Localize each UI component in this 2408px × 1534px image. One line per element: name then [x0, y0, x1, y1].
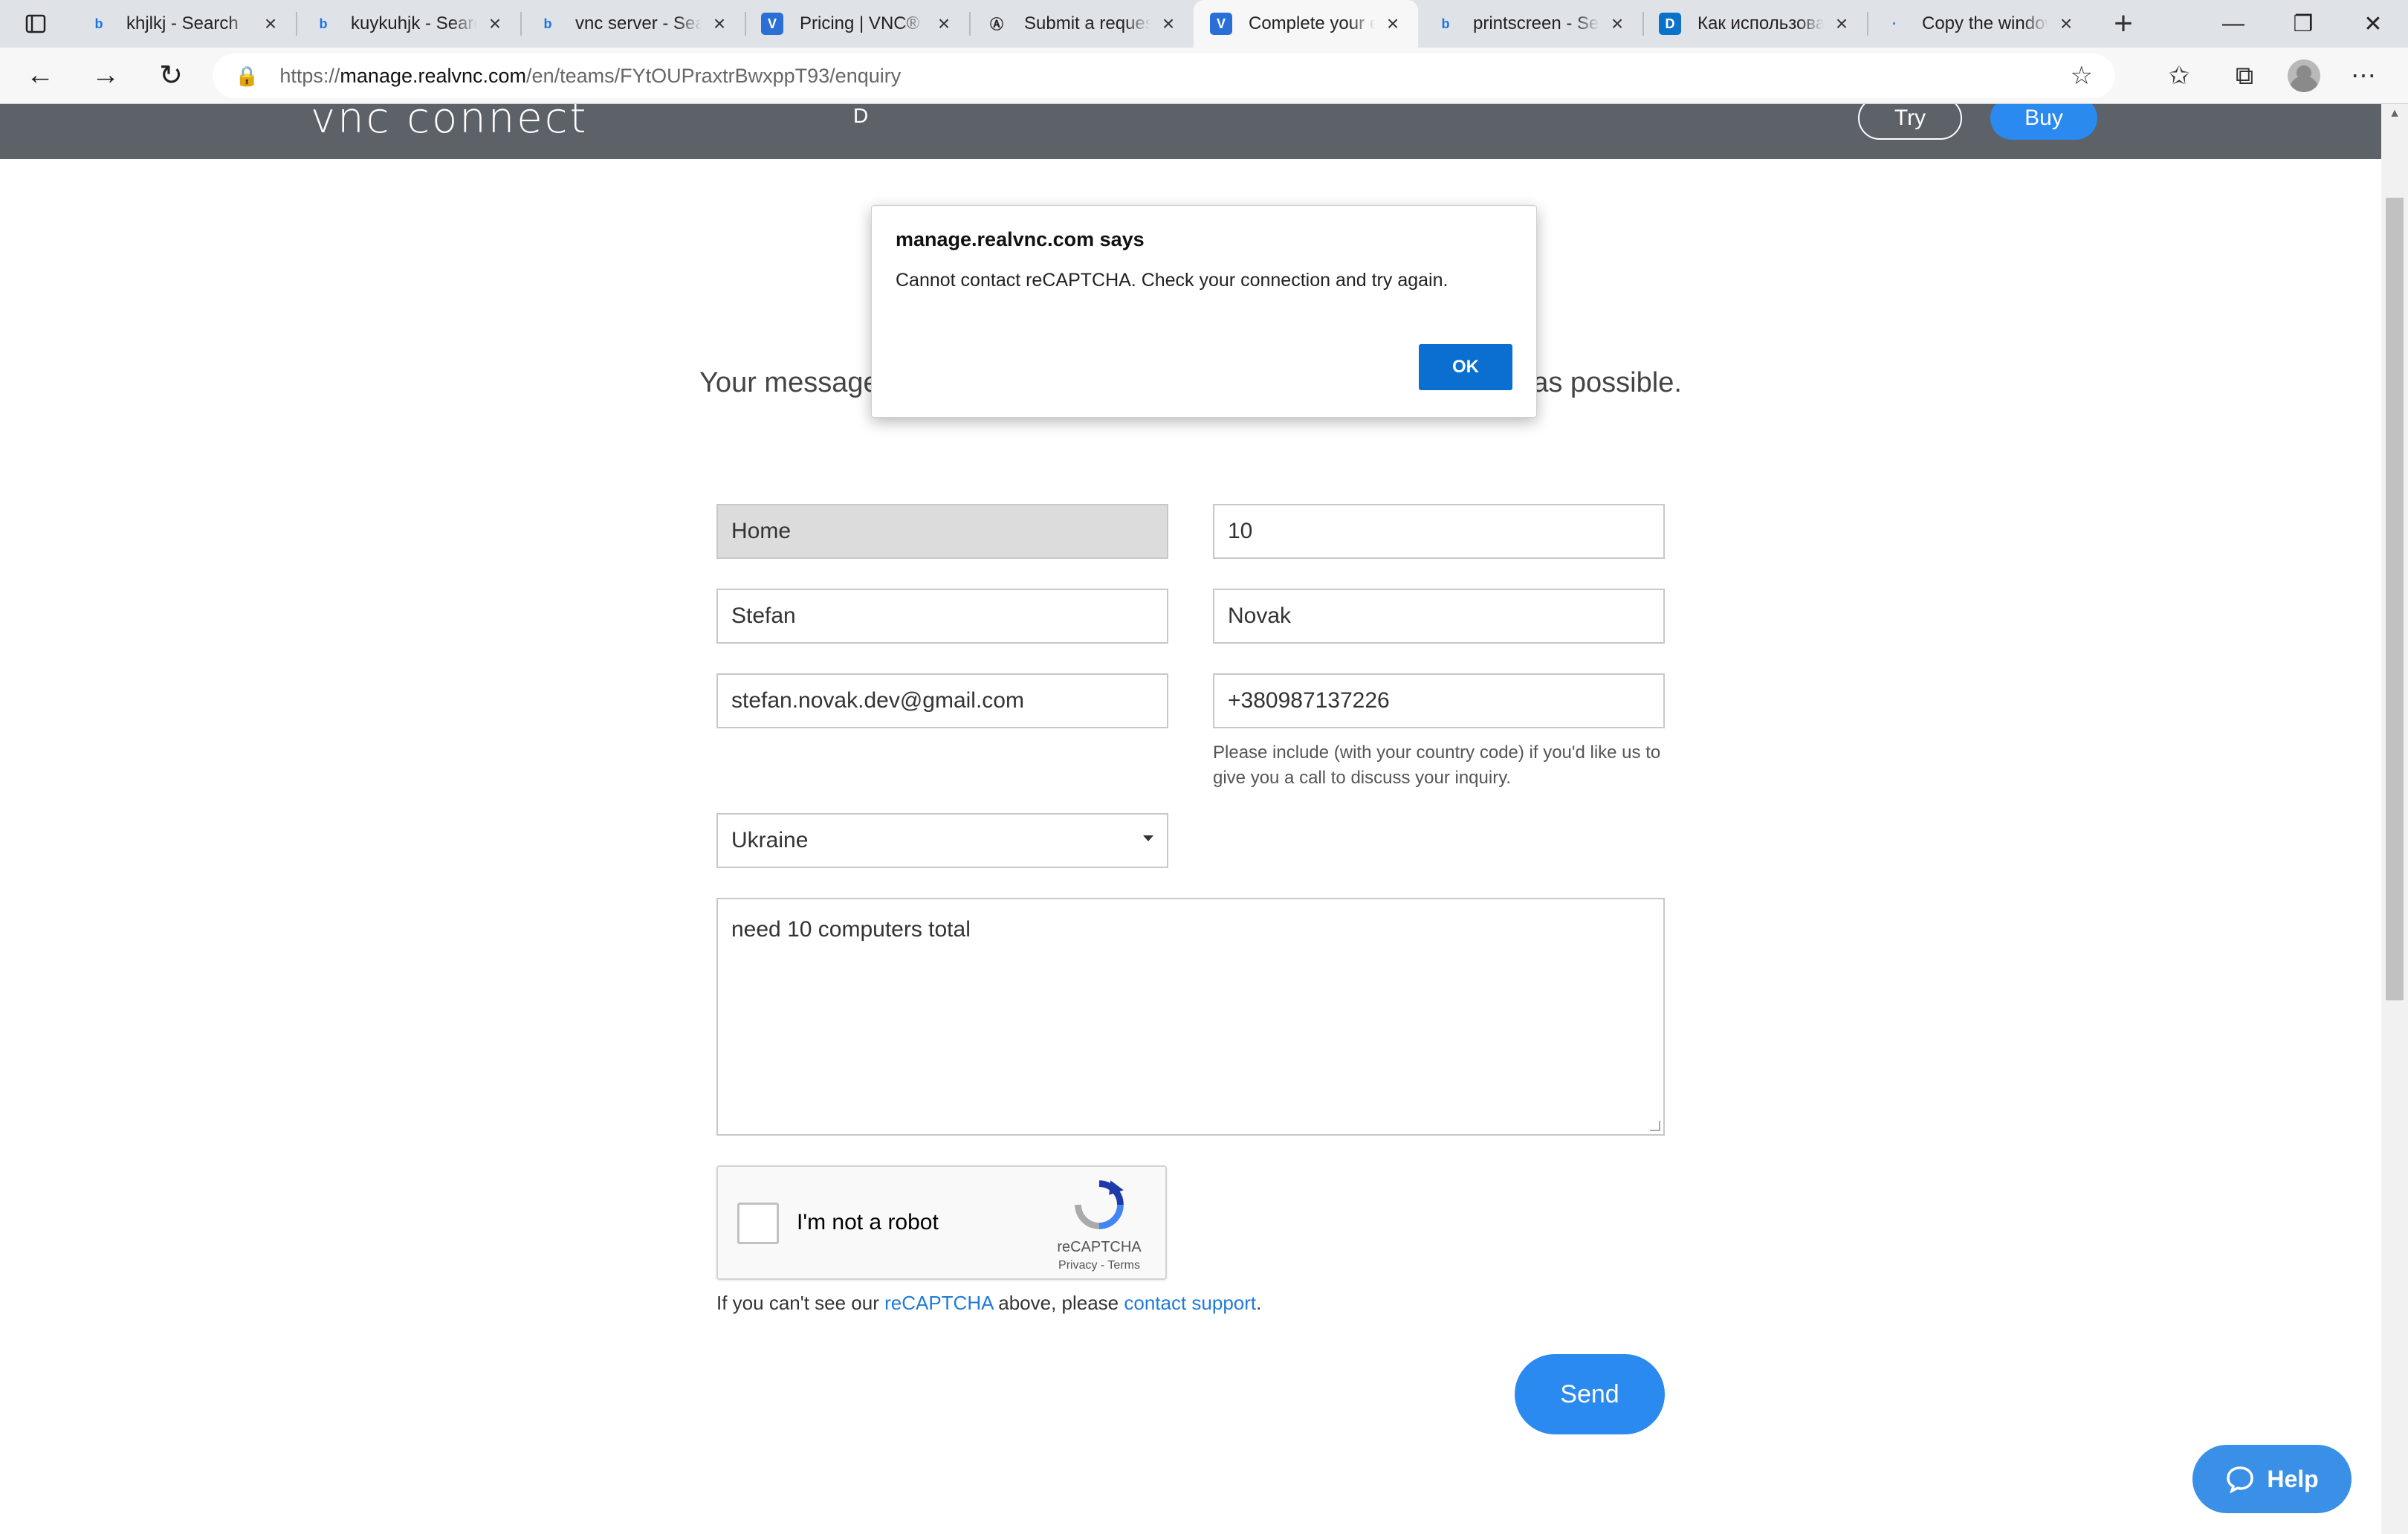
dell-favicon-icon: D	[1659, 13, 1681, 35]
browser-tab[interactable]: D Как использовать ×	[1642, 0, 1867, 48]
browser-tab[interactable]: · Copy the window ×	[1867, 0, 2091, 48]
send-button[interactable]: Send	[1515, 1354, 1665, 1434]
dropdown-caret-icon	[1143, 835, 1153, 841]
browser-tab[interactable]: b khjlkj - Search ×	[71, 0, 296, 48]
recaptcha-label: I'm not a robot	[797, 1210, 939, 1234]
recaptcha-link[interactable]: reCAPTCHA	[884, 1292, 993, 1314]
tab-title: kuykuhjk - Search	[351, 13, 477, 33]
recaptcha-logo-icon	[1075, 1180, 1124, 1229]
tab-close-icon[interactable]: ×	[1381, 12, 1405, 36]
tab-close-icon[interactable]: ×	[708, 12, 731, 36]
license-type-field: Home	[716, 504, 1168, 559]
close-window-button[interactable]: ✕	[2338, 0, 2408, 48]
more-menu-icon[interactable]: ⋯	[2341, 61, 2386, 91]
scrollbar-thumb[interactable]	[2386, 198, 2404, 1000]
tab-title: Copy the window	[1922, 13, 2048, 33]
chat-bubble-icon	[2227, 1466, 2254, 1494]
dialog-title: manage.realvnc.com says	[896, 228, 1145, 250]
back-arrow-icon: ←	[26, 59, 54, 91]
circle-a-favicon-icon: Ⓐ	[990, 17, 1003, 32]
back-button[interactable]: ←	[7, 48, 73, 104]
resize-grip-icon[interactable]	[1650, 1121, 1660, 1131]
minimize-button[interactable]: —	[2198, 0, 2268, 48]
tab-title: vnc server - Search	[575, 13, 702, 33]
browser-tab[interactable]: b vnc server - Search ×	[520, 0, 745, 48]
browser-tab[interactable]: b printscreen - Search ×	[1418, 0, 1642, 48]
country-select[interactable]: Ukraine	[716, 813, 1168, 868]
nav-item-partial[interactable]: D	[853, 104, 868, 128]
profile-avatar[interactable]	[2288, 59, 2320, 92]
url-text: https://manage.realvnc.com/en/teams/FYtO…	[279, 64, 902, 87]
tab-close-icon[interactable]: ×	[2054, 12, 2078, 36]
bing-favicon-icon: b	[94, 16, 103, 31]
tab-bar: b khjlkj - Search × b kuykuhjk - Search × b vnc…	[0, 0, 2408, 48]
message-textarea[interactable]: need 10 computers total	[716, 898, 1665, 1136]
vnc-favicon-icon: V	[761, 13, 783, 35]
browser-tab[interactable]: V Pricing | VNC® Connect ×	[745, 0, 969, 48]
tab-title: Submit a request	[1024, 13, 1150, 33]
dot-favicon-icon: ·	[1892, 16, 1897, 31]
dialog-message: Cannot contact reCAPTCHA. Check your con…	[896, 270, 1449, 291]
page-scrollbar[interactable]: ▲	[2381, 104, 2408, 1534]
vnc-connect-logo[interactable]: vnc connect	[311, 104, 588, 140]
quantity-field[interactable]: 10	[1213, 504, 1665, 559]
bing-favicon-icon: b	[1441, 16, 1450, 31]
vnc-favicon-icon: V	[1210, 13, 1232, 35]
recaptcha-terms-link[interactable]: Privacy - Terms	[1051, 1259, 1148, 1272]
tab-close-icon[interactable]: ×	[1605, 12, 1629, 36]
tab-close-icon[interactable]: ×	[259, 12, 282, 36]
tab-title: Как использовать	[1697, 13, 1824, 33]
tab-title: Pricing | VNC® Connect	[800, 13, 926, 33]
buy-button[interactable]: Buy	[1990, 104, 2097, 140]
phone-hint: Please include (with your country code) …	[1213, 742, 1661, 788]
browser-tab[interactable]: b kuykuhjk - Search ×	[296, 0, 520, 48]
tab-title: Complete your enquiry	[1249, 13, 1375, 33]
bing-favicon-icon: b	[319, 16, 328, 31]
phone-field[interactable]: +380987137226	[1213, 673, 1665, 728]
tab-close-icon[interactable]: ×	[1156, 12, 1180, 36]
dialog-ok-button[interactable]: OK	[1419, 344, 1512, 390]
tab-actions-button[interactable]	[0, 0, 71, 48]
tab-title: khjlkj - Search	[126, 13, 239, 33]
first-name-field[interactable]: Stefan	[716, 589, 1168, 644]
refresh-button[interactable]: ↻	[138, 48, 204, 104]
new-tab-button[interactable]: +	[2091, 0, 2155, 48]
url-field[interactable]: 🔒 https://manage.realvnc.com/en/teams/FY…	[213, 54, 2115, 98]
forward-button[interactable]: →	[73, 48, 138, 104]
browser-tab[interactable]: Ⓐ Submit a request ×	[969, 0, 1194, 48]
recaptcha-widget: I'm not a robot reCAPTCHA Privacy - Term…	[716, 1165, 1167, 1280]
tab-close-icon[interactable]: ×	[932, 12, 956, 36]
forward-arrow-icon: →	[91, 59, 120, 91]
bing-favicon-icon: b	[543, 16, 552, 31]
address-bar-row: ← → ↻ 🔒 https://manage.realvnc.com/en/te…	[0, 48, 2408, 104]
tab-actions-icon	[25, 14, 46, 33]
restore-button[interactable]: ❐	[2268, 0, 2338, 48]
alert-dialog: manage.realvnc.com says Cannot contact r…	[871, 205, 1537, 418]
browser-tab[interactable]: V Complete your enquiry ×	[1194, 0, 1418, 48]
recaptcha-brand: reCAPTCHA	[1057, 1239, 1142, 1255]
scroll-up-icon[interactable]: ▲	[2381, 107, 2408, 120]
refresh-icon: ↻	[159, 60, 183, 91]
page-viewport: vnc connect D Try Buy Complete your enqu…	[0, 104, 2408, 1534]
help-button[interactable]: Help	[2192, 1445, 2352, 1513]
lock-icon: 🔒	[235, 64, 259, 87]
site-header: vnc connect D Try Buy	[0, 104, 2381, 159]
tab-title: printscreen - Search	[1473, 13, 1599, 33]
tab-close-icon[interactable]: ×	[1830, 12, 1854, 36]
favorites-icon[interactable]: ✩	[2157, 61, 2201, 91]
last-name-field[interactable]: Novak	[1213, 589, 1665, 644]
tab-close-icon[interactable]: ×	[483, 12, 507, 36]
add-favorite-icon[interactable]: ☆	[2071, 61, 2093, 91]
recaptcha-checkbox[interactable]	[737, 1203, 779, 1244]
email-field[interactable]: stefan.novak.dev@gmail.com	[716, 673, 1168, 728]
collections-icon[interactable]: ⧉	[2222, 62, 2267, 91]
contact-support-link[interactable]: contact support	[1124, 1292, 1256, 1314]
captcha-note: If you can't see our reCAPTCHA above, pl…	[716, 1292, 1262, 1314]
try-button[interactable]: Try	[1858, 104, 1962, 140]
